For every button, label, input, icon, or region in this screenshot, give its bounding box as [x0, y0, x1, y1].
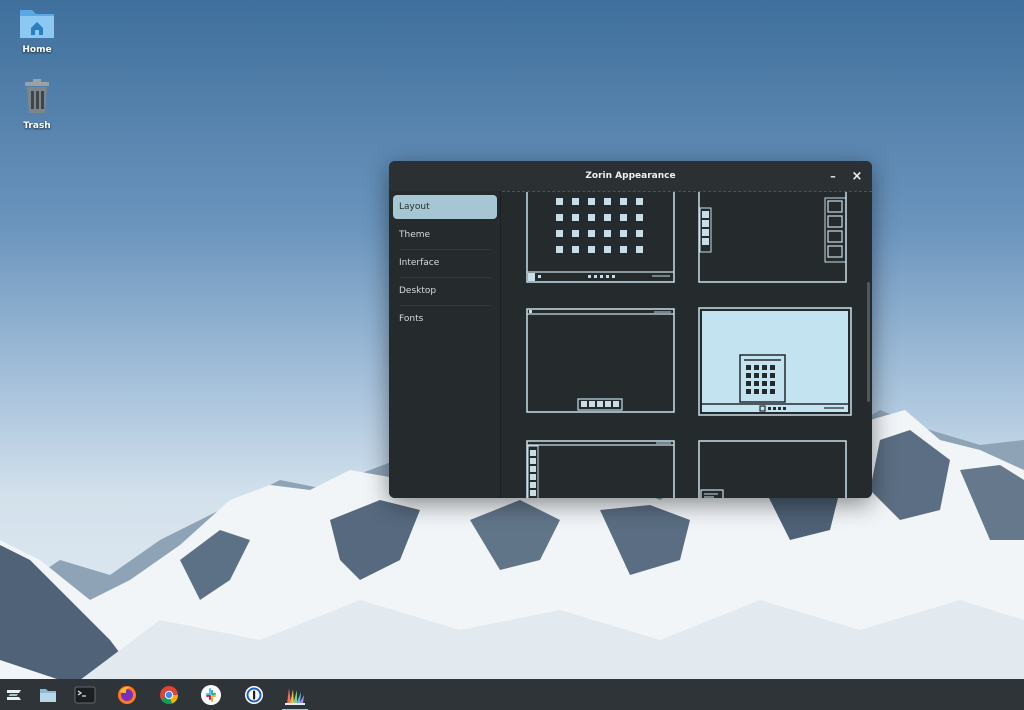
- sidebar: Layout Theme Interface Desktop Fonts: [389, 191, 501, 498]
- close-button[interactable]: ×: [849, 168, 865, 184]
- desktop-icon-trash[interactable]: Trash: [5, 78, 69, 131]
- layout-gallery[interactable]: [502, 191, 872, 498]
- sidebar-item-desktop[interactable]: Desktop: [393, 279, 497, 303]
- close-icon: ×: [851, 168, 863, 184]
- taskbar-firefox-button[interactable]: [114, 682, 140, 708]
- files-icon: [40, 689, 56, 702]
- layout-preview-left-dock: [526, 440, 675, 498]
- layout-preview-bottom-panel-menu: [698, 307, 852, 416]
- zorin-appearance-icon: [285, 688, 305, 705]
- layout-preview-classic-menu: [698, 440, 847, 498]
- layout-preview-top-bar-dock: [526, 308, 675, 413]
- layout-option-1[interactable]: [526, 192, 676, 284]
- sidebar-item-label: Interface: [399, 258, 440, 268]
- taskbar-terminal-button[interactable]: [72, 682, 98, 708]
- layout-option-3[interactable]: [526, 308, 676, 414]
- sidebar-divider: [399, 305, 491, 306]
- taskbar-zorin-menu-button[interactable]: [1, 682, 27, 708]
- terminal-icon: [74, 686, 96, 704]
- layout-preview-app-grid: [526, 192, 675, 283]
- taskbar: [0, 679, 1024, 710]
- desktop-icon-home[interactable]: Home: [5, 4, 69, 55]
- taskbar-files-button[interactable]: [35, 682, 61, 708]
- home-folder-icon: [5, 4, 69, 43]
- zorin-menu-icon: [7, 690, 21, 700]
- layout-preview-side-docks: [698, 192, 847, 283]
- content-scrollbar[interactable]: [867, 282, 870, 402]
- desktop-icon-label: Home: [22, 45, 52, 55]
- sidebar-item-interface[interactable]: Interface: [393, 251, 497, 275]
- taskbar-zorin-appearance-button[interactable]: [282, 682, 308, 710]
- chrome-icon: [160, 686, 179, 705]
- sidebar-item-label: Theme: [399, 230, 431, 240]
- 1password-icon: [245, 686, 263, 704]
- desktop-icon-label: Trash: [23, 121, 51, 131]
- sidebar-item-fonts[interactable]: Fonts: [393, 307, 497, 331]
- firefox-icon: [118, 686, 136, 704]
- layout-option-5[interactable]: [526, 440, 676, 498]
- minimize-button[interactable]: –: [825, 168, 841, 184]
- minimize-icon: –: [830, 169, 836, 183]
- window-titlebar[interactable]: Zorin Appearance – ×: [389, 161, 872, 191]
- zorin-appearance-window: Zorin Appearance – × Layout Theme Interf…: [389, 161, 872, 498]
- sidebar-item-layout[interactable]: Layout: [393, 195, 497, 219]
- layout-option-6[interactable]: [698, 440, 848, 498]
- sidebar-item-label: Layout: [399, 202, 430, 212]
- taskbar-slack-button[interactable]: [198, 682, 224, 708]
- sidebar-item-label: Desktop: [399, 286, 437, 296]
- layout-option-4-selected[interactable]: [698, 307, 852, 416]
- sidebar-item-label: Fonts: [399, 314, 424, 324]
- sidebar-divider: [399, 277, 491, 278]
- sidebar-item-theme[interactable]: Theme: [393, 223, 497, 247]
- layout-option-2[interactable]: [698, 192, 848, 284]
- taskbar-1password-button[interactable]: [241, 682, 267, 708]
- slack-icon: [201, 685, 221, 705]
- trash-icon: [5, 78, 69, 119]
- window-title: Zorin Appearance: [585, 171, 676, 181]
- taskbar-chrome-button[interactable]: [156, 682, 182, 708]
- sidebar-divider: [399, 249, 491, 250]
